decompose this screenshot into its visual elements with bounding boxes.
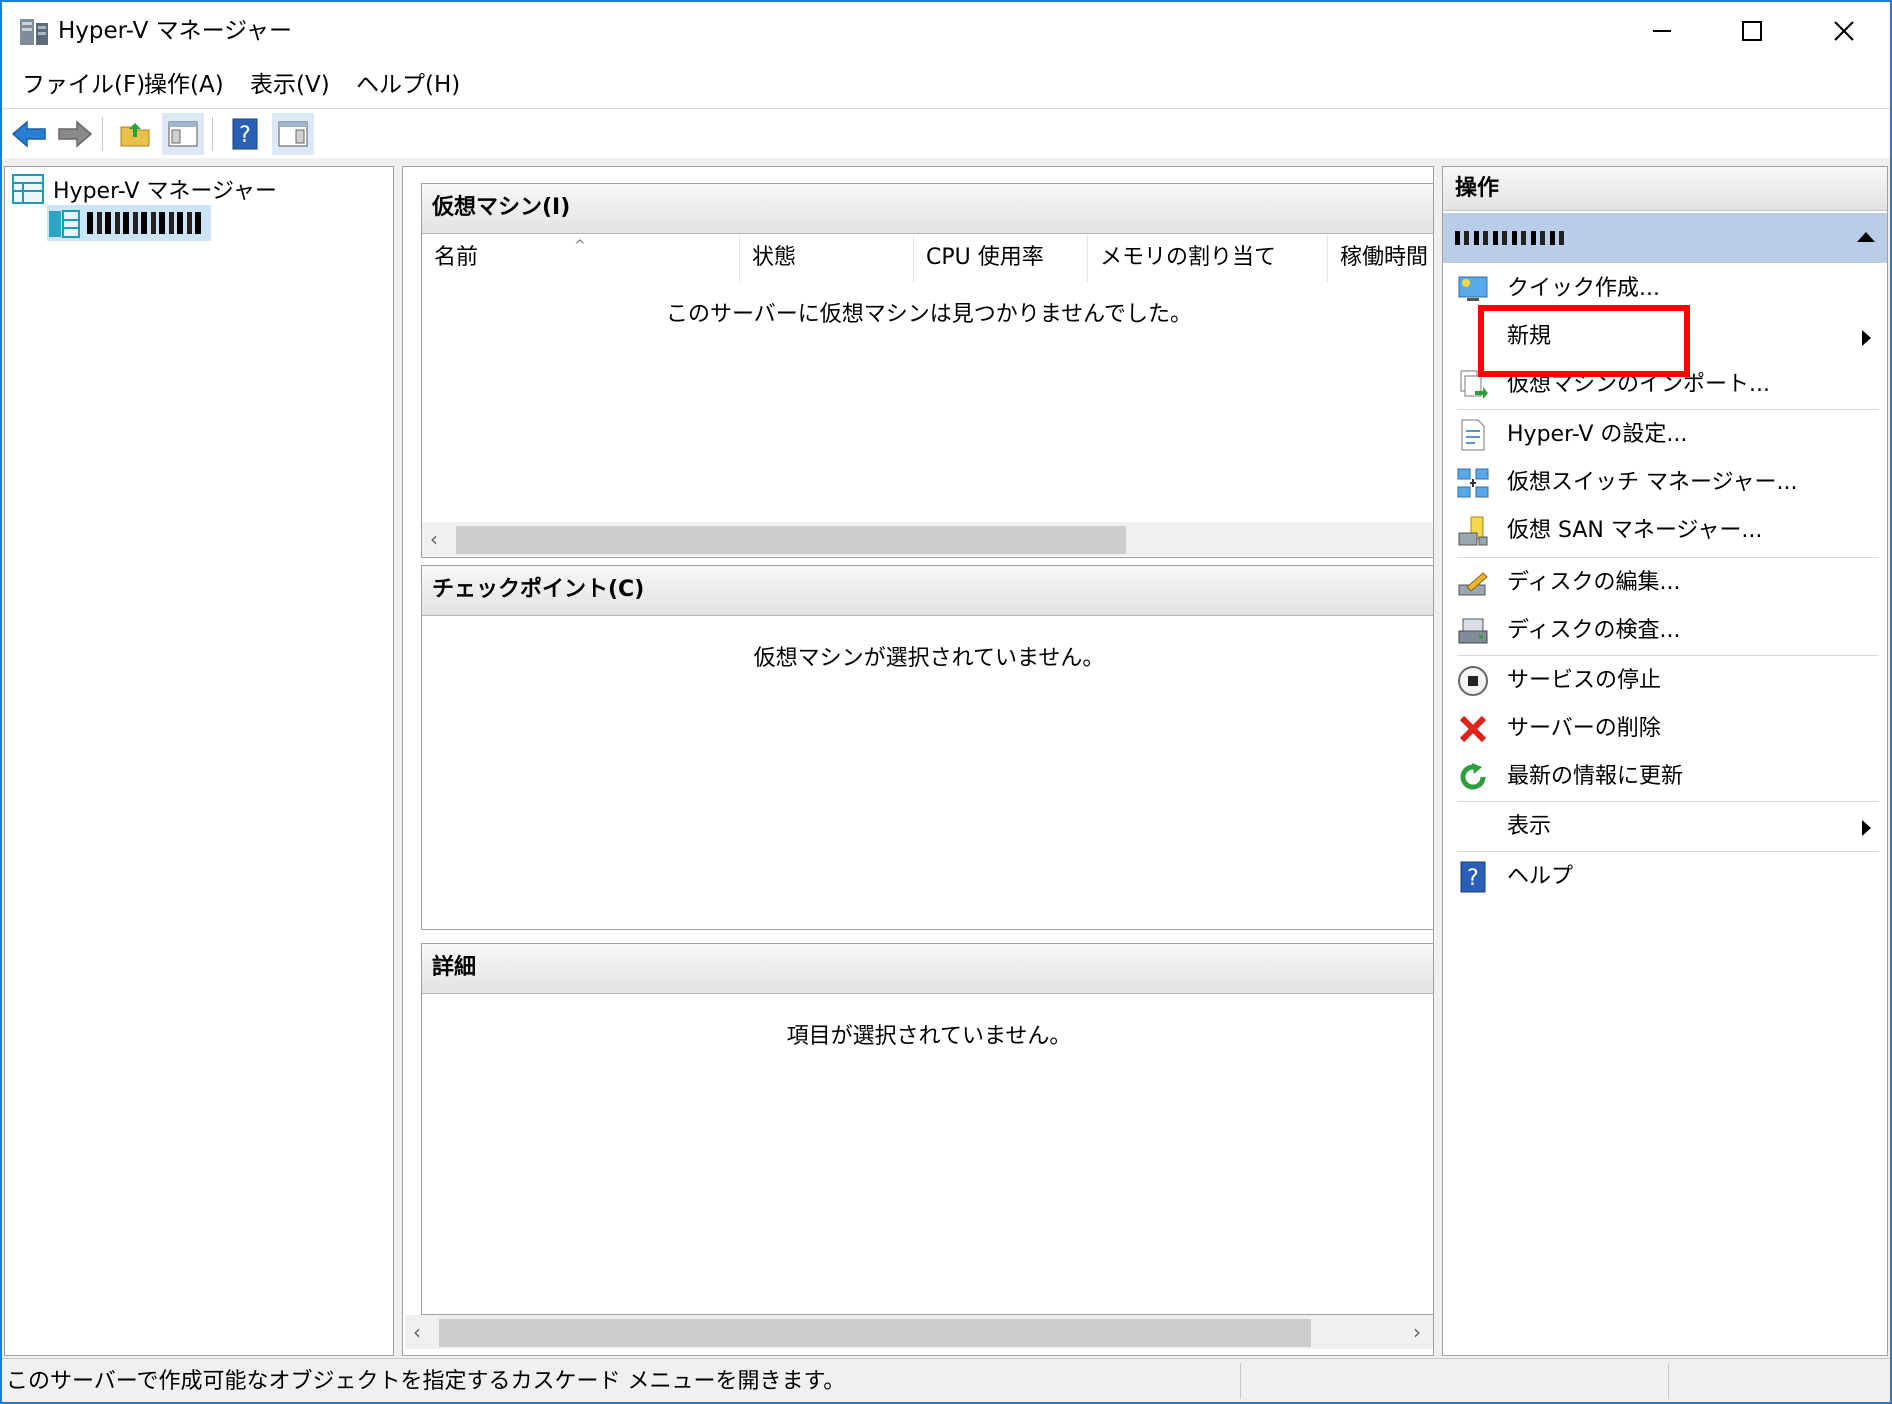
action-virtual-san-manager[interactable]: 仮想 SAN マネージャー... <box>1443 507 1887 555</box>
svg-text:?: ? <box>1467 866 1479 891</box>
action-edit-disk[interactable]: ディスクの編集... <box>1443 559 1887 607</box>
virtual-san-icon <box>1457 515 1489 547</box>
action-label: 最新の情報に更新 <box>1507 764 1684 789</box>
actions-server-group-header[interactable] <box>1443 213 1887 263</box>
details-empty-message: 項目が選択されていません。 <box>786 1024 1072 1049</box>
details-section: 詳細 項目が選択されていません。 <box>421 943 1433 1315</box>
checkpoints-empty-message: 仮想マシンが選択されていません。 <box>753 646 1105 671</box>
virtual-machines-section: 仮想マシン(I) 名前 ^ 状態 CPU 使用率 メモリの割り当て 稼働時間 こ… <box>421 183 1433 558</box>
action-view[interactable]: 表示 <box>1443 803 1887 851</box>
action-label: 仮想 SAN マネージャー... <box>1507 518 1763 543</box>
server-name-obscured <box>1455 231 1567 245</box>
action-label: ディスクの検査... <box>1507 618 1681 643</box>
maximize-button[interactable] <box>1706 2 1798 60</box>
virtual-machines-header: 仮想マシン(I) <box>422 184 1433 234</box>
scroll-left-icon[interactable]: ‹ <box>422 522 446 556</box>
actions-header: 操作 <box>1443 167 1887 211</box>
action-hyper-v-settings[interactable]: Hyper-V の設定... <box>1443 411 1887 459</box>
center-horizontal-scrollbar[interactable]: ‹ › <box>405 1315 1433 1349</box>
tree-root-label: Hyper-V マネージャー <box>53 179 277 204</box>
action-label: サービスの停止 <box>1507 668 1662 693</box>
menu-file[interactable]: ファイル(F) <box>22 70 145 100</box>
title-bar[interactable]: Hyper-V マネージャー <box>2 2 1890 60</box>
actions-pane: 操作 クイック作成... 新規 仮想マシンのインポート... Hyper-V の… <box>1442 166 1888 1356</box>
collapse-icon[interactable] <box>1857 232 1875 242</box>
quick-create-icon <box>1457 273 1489 305</box>
vm-horizontal-scrollbar[interactable]: ‹ <box>422 522 1433 556</box>
submenu-arrow-icon <box>1862 820 1871 836</box>
checkpoints-section: チェックポイント(C) 仮想マシンが選択されていません。 <box>421 565 1433 930</box>
minimize-button[interactable] <box>1616 2 1708 60</box>
action-label: 表示 <box>1507 814 1552 839</box>
back-icon[interactable] <box>8 113 50 155</box>
server-name-obscured <box>87 212 205 234</box>
highlight-box <box>1478 305 1690 377</box>
column-memory-assigned[interactable]: メモリの割り当て <box>1088 236 1328 282</box>
scroll-left-icon[interactable]: ‹ <box>405 1315 429 1349</box>
action-stop-service[interactable]: サービスの停止 <box>1443 657 1887 705</box>
column-cpu-usage[interactable]: CPU 使用率 <box>914 236 1088 282</box>
action-remove-server[interactable]: サーバーの削除 <box>1443 705 1887 753</box>
hyper-v-app-icon <box>18 15 52 49</box>
menu-bar: ファイル(F) 操作(A) 表示(V) ヘルプ(H) <box>2 66 1890 106</box>
column-state[interactable]: 状態 <box>740 236 914 282</box>
sort-ascending-icon: ^ <box>574 238 586 254</box>
action-label: 仮想スイッチ マネージャー... <box>1507 470 1798 495</box>
vm-empty-message: このサーバーに仮想マシンは見つかりませんでした。 <box>665 302 1193 327</box>
submenu-arrow-icon <box>1862 330 1871 346</box>
toolbar: ? <box>2 108 1890 158</box>
svg-text:?: ? <box>239 123 251 148</box>
column-uptime[interactable]: 稼働時間 <box>1328 236 1433 282</box>
status-bar: このサーバーで作成可能なオブジェクトを指定するカスケード メニューを開きます。 <box>2 1358 1890 1402</box>
center-pane: 仮想マシン(I) 名前 ^ 状態 CPU 使用率 メモリの割り当て 稼働時間 こ… <box>402 166 1434 1356</box>
edit-disk-icon <box>1457 567 1489 599</box>
refresh-icon <box>1457 761 1489 793</box>
action-label: ディスクの編集... <box>1507 570 1681 595</box>
menu-action[interactable]: 操作(A) <box>144 70 224 100</box>
up-folder-icon[interactable] <box>114 113 156 155</box>
action-inspect-disk[interactable]: ディスクの検査... <box>1443 607 1887 655</box>
inspect-disk-icon <box>1457 615 1489 647</box>
show-hide-tree-icon[interactable] <box>162 113 204 155</box>
remove-server-icon <box>1457 713 1489 745</box>
checkpoints-header: チェックポイント(C) <box>422 566 1433 616</box>
virtual-switch-icon <box>1457 467 1489 499</box>
forward-icon[interactable] <box>54 113 96 155</box>
menu-help[interactable]: ヘルプ(H) <box>356 70 460 100</box>
settings-doc-icon <box>1457 419 1489 451</box>
hyper-v-manager-icon <box>11 173 45 205</box>
help-icon: ? <box>1457 861 1489 893</box>
scrollbar-thumb[interactable] <box>439 1319 1311 1347</box>
close-button[interactable] <box>1798 2 1890 60</box>
tree-item-server[interactable] <box>47 205 211 241</box>
help-icon[interactable]: ? <box>224 113 266 155</box>
status-text: このサーバーで作成可能なオブジェクトを指定するカスケード メニューを開きます。 <box>6 1369 846 1394</box>
scrollbar-thumb[interactable] <box>456 526 1126 554</box>
action-label: サーバーの削除 <box>1507 716 1661 741</box>
navigation-tree: Hyper-V マネージャー <box>4 166 394 1356</box>
action-label: Hyper-V の設定... <box>1507 422 1688 447</box>
action-label: ヘルプ <box>1507 864 1574 889</box>
details-header: 詳細 <box>422 944 1433 994</box>
show-hide-action-pane-icon[interactable] <box>272 113 314 155</box>
action-virtual-switch-manager[interactable]: 仮想スイッチ マネージャー... <box>1443 459 1887 507</box>
stop-service-icon <box>1457 665 1489 697</box>
menu-view[interactable]: 表示(V) <box>250 70 330 100</box>
action-help[interactable]: ? ヘルプ <box>1443 853 1887 901</box>
server-icon <box>47 207 81 239</box>
action-refresh[interactable]: 最新の情報に更新 <box>1443 753 1887 801</box>
scroll-right-icon[interactable]: › <box>1405 1315 1429 1349</box>
tree-root-hyper-v-manager[interactable]: Hyper-V マネージャー <box>11 171 277 207</box>
window-title: Hyper-V マネージャー <box>58 18 293 44</box>
